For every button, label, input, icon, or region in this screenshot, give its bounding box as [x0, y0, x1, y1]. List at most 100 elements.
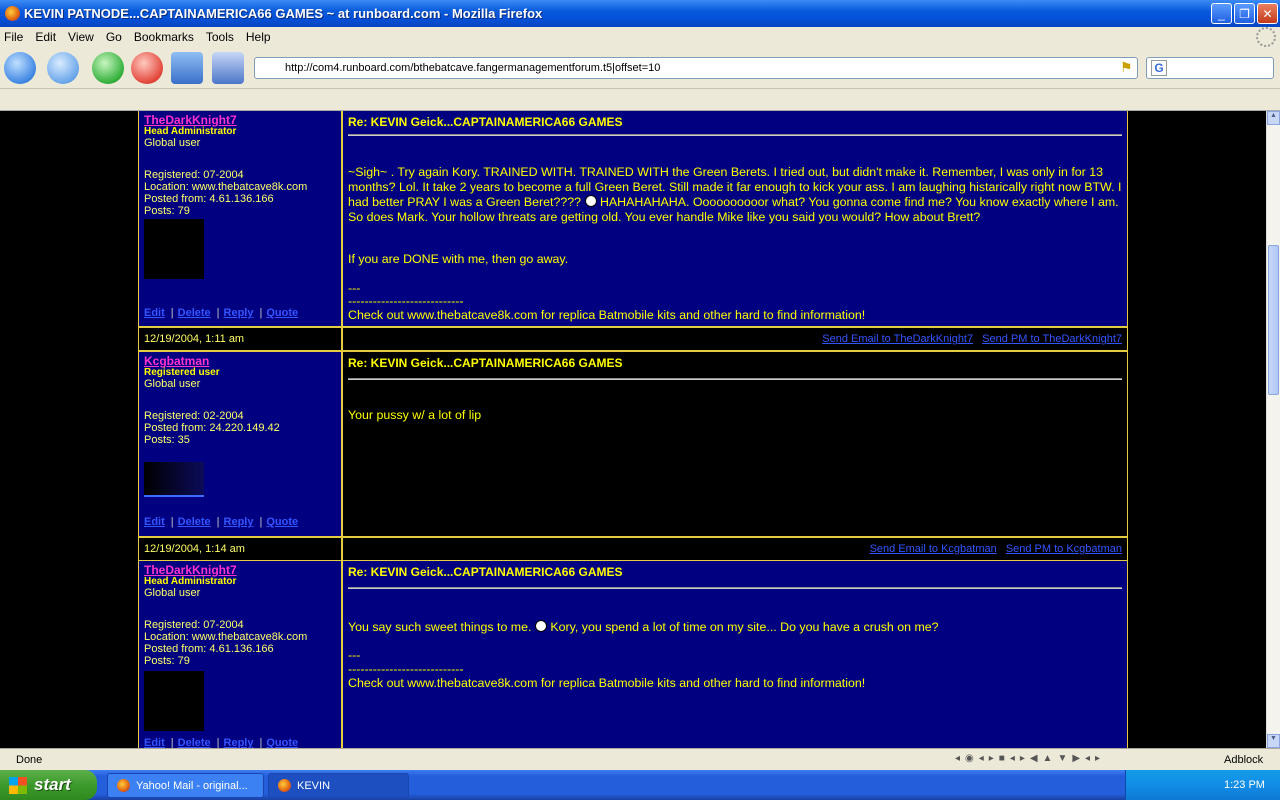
signature-text: Check out www.thebatcave8k.com for repli…: [348, 676, 866, 690]
send-pm-link[interactable]: Send PM to TheDarkKnight7: [982, 333, 1122, 345]
back-icon[interactable]: [4, 52, 36, 84]
message-cell: Re: KEVIN Geick...CAPTAINAMERICA66 GAMES…: [343, 352, 1127, 536]
post-text: If you are DONE with me, then go away.: [348, 252, 569, 266]
edit-link[interactable]: Edit: [144, 516, 165, 528]
firefox-icon: [5, 6, 20, 21]
post-count: Posts: 35: [144, 434, 190, 446]
message-cell: Re: KEVIN Geick...CAPTAINAMERICA66 GAMES…: [343, 561, 1127, 748]
delete-link[interactable]: Delete: [178, 737, 211, 748]
window-title: KEVIN PATNODE...CAPTAINAMERICA66 GAMES ~…: [24, 6, 543, 21]
subject-divider: [348, 378, 1122, 380]
avatar: [144, 462, 204, 497]
quote-link[interactable]: Quote: [266, 307, 298, 319]
smiley-icon: [534, 620, 547, 632]
title-bar: KEVIN PATNODE...CAPTAINAMERICA66 GAMES ~…: [0, 0, 1280, 27]
new-bookmark-icon[interactable]: [212, 52, 244, 84]
avatar: [144, 219, 204, 279]
author-cell: TheDarkKnight7 Head Administrator Global…: [139, 111, 341, 326]
post-subject: Re: KEVIN Geick...CAPTAINAMERICA66 GAMES: [348, 565, 623, 579]
task-yahoo-mail[interactable]: Yahoo! Mail - original...: [107, 773, 264, 798]
go-icon[interactable]: ⚑: [1120, 59, 1134, 75]
scroll-up-arrow-icon[interactable]: ▲: [1267, 111, 1280, 125]
firefox-icon: [117, 779, 130, 792]
send-email-link[interactable]: Send Email to Kcgbatman: [870, 543, 997, 555]
post-body: ~Sigh~ . Try again Kory. TRAINED WITH. T…: [348, 165, 1123, 225]
clock: 1:23 PM: [1224, 779, 1265, 791]
username-link[interactable]: TheDarkKnight7: [139, 561, 341, 577]
throbber-icon: [1256, 27, 1276, 47]
user-group: Global user: [144, 137, 201, 149]
posted-from: Posted from: 24.220.149.42: [144, 422, 280, 434]
smiley-icon: [584, 195, 597, 207]
windows-logo-icon: [9, 777, 27, 794]
user-location: Location: www.thebatcave8k.com: [144, 181, 308, 193]
username-link[interactable]: Kcgbatman: [139, 352, 341, 368]
menu-help[interactable]: Help: [246, 30, 271, 44]
adblock-label[interactable]: Adblock: [1224, 754, 1263, 766]
user-location: Location: www.thebatcave8k.com: [144, 631, 308, 643]
post-date: 12/19/2004, 1:14 am: [139, 538, 341, 560]
username-link[interactable]: TheDarkKnight7: [139, 111, 341, 127]
scrollbar-thumb[interactable]: [1268, 245, 1279, 395]
post-1: TheDarkKnight7 Head Administrator Global…: [138, 111, 1128, 351]
reply-link[interactable]: Reply: [224, 516, 254, 528]
menu-go[interactable]: Go: [106, 30, 122, 44]
post-text: You say such sweet things to me.: [348, 620, 532, 634]
post-count: Posts: 79: [144, 655, 190, 667]
delete-link[interactable]: Delete: [178, 516, 211, 528]
reply-link[interactable]: Reply: [224, 737, 254, 748]
minimize-button[interactable]: _: [1211, 3, 1232, 24]
post-3: TheDarkKnight7 Head Administrator Global…: [138, 561, 1128, 748]
post-text: Your pussy w/ a lot of lip: [348, 408, 482, 422]
post-body: You say such sweet things to me. Kory, y…: [348, 620, 1123, 635]
author-cell: Kcgbatman Registered user Global user Re…: [139, 352, 341, 536]
send-email-link[interactable]: Send Email to TheDarkKnight7: [822, 333, 973, 345]
reload-icon[interactable]: [92, 52, 124, 84]
home-icon[interactable]: [171, 52, 203, 84]
post-2: Kcgbatman Registered user Global user Re…: [138, 352, 1128, 560]
url-bar[interactable]: http://com4.runboard.com/bthebatcave.fan…: [254, 57, 1138, 79]
edit-link[interactable]: Edit: [144, 307, 165, 319]
signature-dashes: ---: [348, 648, 361, 662]
edit-link[interactable]: Edit: [144, 737, 165, 748]
stop-icon[interactable]: [131, 52, 163, 84]
menu-bar: File Edit View Go Bookmarks Tools Help: [0, 27, 1280, 47]
reply-link[interactable]: Reply: [224, 307, 254, 319]
post-actions: Edit | Delete | Reply | Quote: [144, 516, 299, 528]
menu-file[interactable]: File: [4, 30, 23, 44]
post-text: Kory, you spend a lot of time on my site…: [550, 620, 939, 634]
post-count: Posts: 79: [144, 205, 190, 217]
menu-view[interactable]: View: [68, 30, 94, 44]
signature-text: Check out www.thebatcave8k.com for repli…: [348, 308, 866, 322]
send-pm-link[interactable]: Send PM to Kcgbatman: [1006, 543, 1122, 555]
signature-line: ----------------------------: [348, 294, 464, 308]
posted-from: Posted from: 4.61.136.166: [144, 193, 274, 205]
delete-link[interactable]: Delete: [178, 307, 211, 319]
post-subject: Re: KEVIN Geick...CAPTAINAMERICA66 GAMES: [348, 115, 623, 129]
avatar: [144, 671, 204, 731]
post-actions: Edit | Delete | Reply | Quote: [144, 737, 299, 748]
firefox-icon: [278, 779, 291, 792]
user-role: Registered user: [144, 367, 220, 378]
posted-from: Posted from: 4.61.136.166: [144, 643, 274, 655]
forward-icon[interactable]: [47, 52, 79, 84]
subject-divider: [348, 587, 1122, 589]
menu-tools[interactable]: Tools: [206, 30, 234, 44]
menu-edit[interactable]: Edit: [35, 30, 56, 44]
search-engine-icon[interactable]: G: [1151, 60, 1167, 76]
maximize-button[interactable]: ❐: [1234, 3, 1255, 24]
post-date: 12/19/2004, 1:11 am: [139, 328, 341, 350]
scroll-down-arrow-icon[interactable]: ▼: [1267, 734, 1280, 748]
signature-line: ----------------------------: [348, 662, 464, 676]
status-text: Done: [16, 754, 43, 766]
media-controls-icon[interactable]: ◂◉◂▸■◂▸◀▲▼▶◂▸: [955, 753, 1185, 767]
menu-bookmarks[interactable]: Bookmarks: [134, 30, 194, 44]
close-button[interactable]: ✕: [1257, 3, 1278, 24]
user-group: Global user: [144, 587, 201, 599]
quote-link[interactable]: Quote: [266, 737, 298, 748]
quote-link[interactable]: Quote: [266, 516, 298, 528]
user-group: Global user: [144, 378, 201, 390]
vertical-scrollbar[interactable]: [1266, 111, 1280, 748]
post-contact-links: Send Email to TheDarkKnight7 Send PM to …: [343, 328, 1127, 350]
message-cell: Re: KEVIN Geick...CAPTAINAMERICA66 GAMES…: [343, 111, 1127, 326]
